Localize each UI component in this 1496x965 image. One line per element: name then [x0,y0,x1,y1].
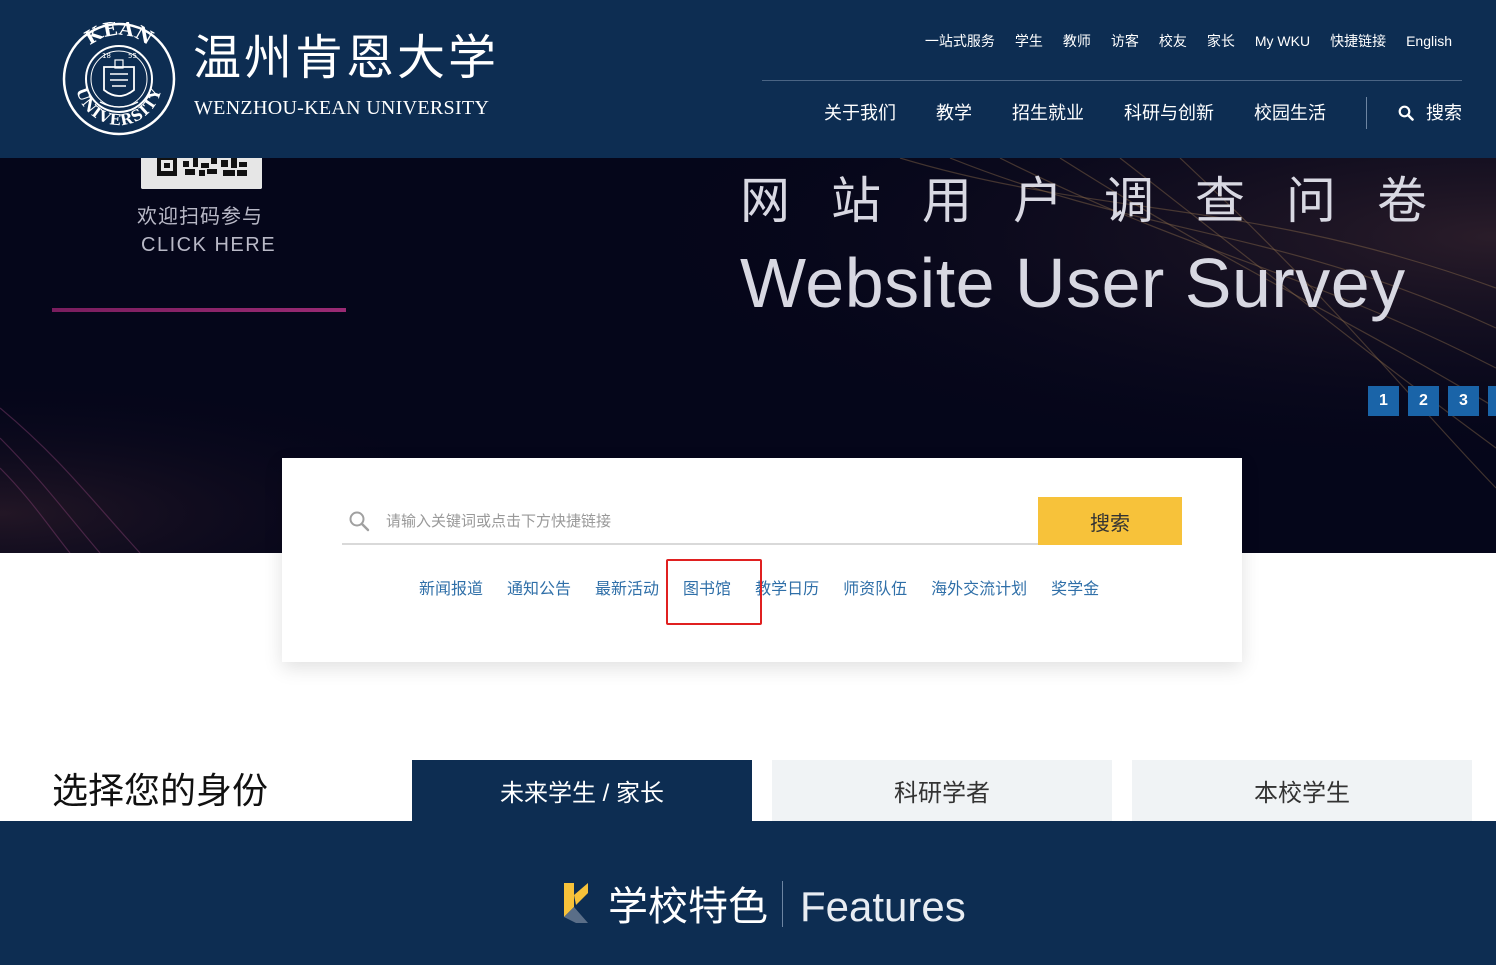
quick-link-academic-calendar[interactable]: 教学日历 [755,580,819,600]
search-button[interactable]: 搜索 [1038,497,1182,545]
carousel-page-1[interactable]: 1 [1368,386,1399,416]
util-link-faculty[interactable]: 教师 [1063,32,1091,50]
util-link-students[interactable]: 学生 [1015,32,1043,50]
tab-current-students[interactable]: 本校学生 [1132,760,1472,821]
nav-academics[interactable]: 教学 [936,101,972,125]
survey-title-english: Website User Survey [740,244,1406,322]
qr-code-image[interactable] [141,158,262,189]
quick-link-library[interactable]: 图书馆 [683,580,731,600]
nav-admissions-careers[interactable]: 招生就业 [1012,101,1084,125]
util-link-visitors[interactable]: 访客 [1111,32,1139,50]
features-title-chinese: 学校特色 [608,885,768,929]
logo-english-name[interactable]: WENZHOU-KEAN UNIVERSITY [194,97,489,120]
quick-link-faculty[interactable]: 师资队伍 [843,580,907,600]
identity-title: 选择您的身份 [52,770,269,811]
util-link-parents[interactable]: 家长 [1207,32,1235,50]
hero-accent-line [52,308,346,312]
search-input[interactable] [386,506,1026,536]
features-separator [782,881,783,927]
site-header: KEAN UNIVERSITY 18 55 温州肯恩大学 WENZHOU-KEA… [0,0,1496,158]
search-icon [1398,105,1414,121]
k-logo-icon [564,883,588,923]
util-link-quick-links[interactable]: 快捷链接 [1330,32,1386,50]
seal-year-left: 18 [102,52,111,60]
features-section: 学校特色 Features [0,821,1496,965]
nav-about-us[interactable]: 关于我们 [824,101,896,125]
search-icon [349,511,370,532]
survey-title-chinese: 网站用户调查问卷 [740,173,1468,229]
carousel-page-2[interactable]: 2 [1408,386,1439,416]
nav-search-button[interactable]: 搜索 [1398,101,1462,125]
quick-link-scholarships[interactable]: 奖学金 [1051,580,1099,600]
tab-researchers[interactable]: 科研学者 [772,760,1112,821]
nav-research-innovation[interactable]: 科研与创新 [1124,101,1214,125]
util-link-english[interactable]: English [1406,32,1452,50]
carousel-page-next-partial[interactable] [1488,386,1496,416]
nav-campus-life[interactable]: 校园生活 [1254,101,1326,125]
nav-search-label: 搜索 [1426,103,1462,123]
quick-link-events[interactable]: 最新活动 [595,580,659,600]
nav-separator [1366,97,1367,129]
carousel-pager: 1 2 3 [1368,386,1496,416]
carousel-page-3[interactable]: 3 [1448,386,1479,416]
util-link-alumni[interactable]: 校友 [1159,32,1187,50]
quick-links: 新闻报道 通知公告 最新活动 图书馆 教学日历 师资队伍 海外交流计划 奖学金 [419,580,1123,600]
quick-link-news[interactable]: 新闻报道 [419,580,483,600]
search-card: 搜索 新闻报道 通知公告 最新活动 图书馆 教学日历 师资队伍 海外交流计划 奖… [282,458,1242,662]
quick-link-announcements[interactable]: 通知公告 [507,580,571,600]
tab-prospective-students-parents[interactable]: 未来学生 / 家长 [412,760,752,821]
seal-year-right: 55 [128,52,137,60]
util-link-one-stop-service[interactable]: 一站式服务 [925,32,995,50]
university-seal-logo[interactable]: KEAN UNIVERSITY 18 55 [62,22,176,136]
features-title-english: Features [800,883,966,930]
quick-link-exchange-programs[interactable]: 海外交流计划 [931,580,1027,600]
utility-nav: 一站式服务 学生 教师 访客 校友 家长 My WKU 快捷链接 English [925,32,1452,50]
qr-welcome-text: 欢迎扫码参与 [137,206,263,228]
util-link-my-wku[interactable]: My WKU [1255,32,1310,50]
main-nav: 关于我们 教学 招生就业 科研与创新 校园生活 [824,101,1366,125]
qr-click-here-text[interactable]: CLICK HERE [141,234,276,257]
header-divider [762,80,1462,81]
logo-chinese-name[interactable]: 温州肯恩大学 [193,34,499,82]
